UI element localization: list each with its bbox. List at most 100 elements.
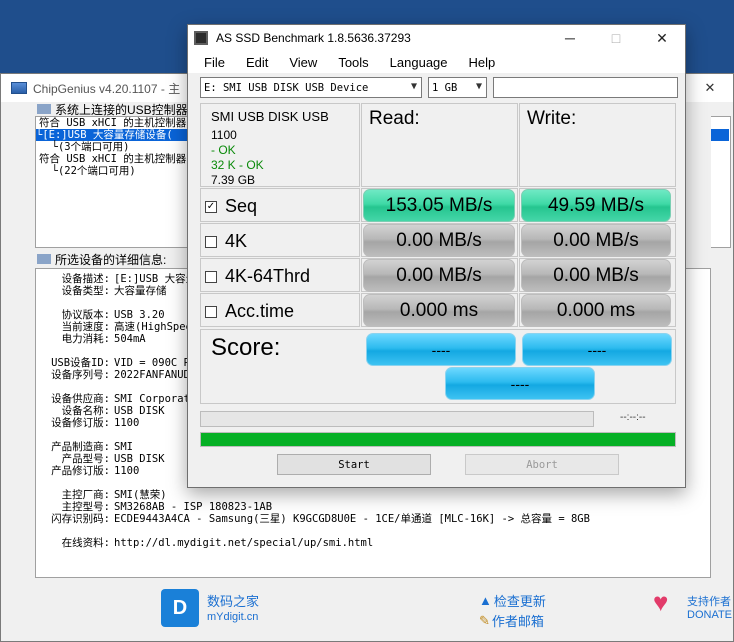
tree-item-selected[interactable]: └[E:]USB 大容量存储设备( [36,129,200,141]
4k-read-value: 0.00 MB/s [363,224,515,257]
score-read: ---- [366,333,516,366]
drive-name: SMI USB DISK USB [211,109,329,124]
detail-row: 当前速度: 高速(HighSpee [61,321,192,333]
score-total: ---- [445,367,595,400]
close-button[interactable]: ✕ [639,25,685,51]
score-label: Score: [211,334,281,361]
as-ssd-titlebar[interactable]: AS SSD Benchmark 1.8.5636.37293 ─ □ ✕ [188,25,685,51]
info-icon [37,254,51,264]
detail-row: 协议版本: USB 3.20 [61,309,165,321]
4k-64thrd-read-value: 0.00 MB/s [363,259,515,292]
update-icon: ▲ [479,593,492,608]
acc-time-read-value: 0.000 ms [363,294,515,327]
drive-info-panel: SMI USB DISK USB 1100 - OK 32 K - OK 7.3… [200,103,360,187]
abort-button[interactable]: Abort [465,454,619,475]
drive-capacity: 7.39 GB [211,173,256,187]
acc-time-write-value: 0.000 ms [521,294,671,327]
4k-64thrd-write-value: 0.00 MB/s [521,259,671,292]
detail-row: 设备修订版: 1100 [51,417,140,429]
write-header-cell: Write: [519,103,676,187]
detail-row: USB设备ID: VID = 090C PI [51,357,197,369]
tree-item[interactable]: 符合 USB xHCI 的主机控制器 [39,153,186,165]
4k-64thrd-checkbox[interactable] [205,270,217,283]
usb-icon [37,104,51,114]
menu-tools[interactable]: Tools [326,55,377,70]
support-author-link[interactable]: 支持作者 [687,593,731,609]
chipgenius-title: ChipGenius v4.20.1107 - 主 [33,81,181,96]
usb-tree-panel-right [711,116,731,248]
drive-firmware: 1100 [211,128,237,142]
menu-view[interactable]: View [277,55,326,70]
chipgenius-app-icon [11,82,27,94]
menu-bar: File Edit View Tools Language Help [188,51,685,73]
task-progress-bar [200,411,594,427]
minimize-button[interactable]: ─ [547,25,593,51]
as-ssd-app-icon [194,31,208,45]
brand-en[interactable]: mYdigit.cn [207,611,258,623]
donate-link[interactable]: DONATE [687,609,732,621]
detail-row: 主控型号: SM3268AB - ISP 180823-1AB [61,501,273,513]
pencil-icon: ✎ [479,612,490,628]
overall-progress-bar [200,432,676,447]
progress-time: --:--:-- [620,412,646,423]
menu-language[interactable]: Language [378,55,457,70]
maximize-button[interactable]: □ [593,25,639,51]
online-link[interactable]: http://dl.mydigit.net/special/up/smi.htm… [114,537,373,549]
menu-edit[interactable]: Edit [234,55,277,70]
status-textbox[interactable] [493,77,678,98]
email-author-link[interactable]: ✎ 作者邮箱 [479,611,544,630]
detail-row: 设备名称: USB DISK [61,405,165,417]
row-seq-label-cell: ✓ Seq [200,188,360,222]
read-header-cell: Read: [361,103,518,187]
close-button[interactable]: ✕ [687,74,733,102]
acc-time-label: Acc.time [225,301,295,321]
start-button[interactable]: Start [277,454,431,475]
seq-label: Seq [225,196,258,216]
write-header: Write: [527,108,577,129]
chipgenius-footer: D 数码之家 mYdigit.cn ▲ 检查更新 ✎ 作者邮箱 ♥ 支持作者 D… [1,579,733,641]
detail-row: 产品型号: USB DISK [61,453,165,465]
menu-file[interactable]: File [192,55,234,70]
detail-row: 设备供应商: SMI Corporati [51,393,197,405]
drive-select[interactable]: E: SMI USB DISK USB Device ▼ [200,77,422,98]
drive-alignment-ok: 32 K - OK [211,158,264,172]
menu-help[interactable]: Help [457,55,505,70]
usb-tree-panel[interactable]: 符合 USB xHCI 的主机控制器 └[E:]USB 大容量存储设备( └(3… [35,116,201,248]
detail-row: 产品制造商: SMI [51,441,133,453]
drive-status-ok: - OK [211,143,236,157]
detail-row: 主控厂商: SMI(慧荣) [61,489,167,501]
as-ssd-title: AS SSD Benchmark 1.8.5636.37293 [216,31,411,45]
mydigit-logo[interactable]: D [161,589,199,627]
4k-checkbox[interactable] [205,235,217,248]
seq-write-value: 49.59 MB/s [521,189,671,222]
size-select[interactable]: 1 GB ▼ [428,77,487,98]
4k-64thrd-label: 4K-64Thrd [225,266,311,286]
overall-progress-fill [201,433,675,446]
as-ssd-window: AS SSD Benchmark 1.8.5636.37293 ─ □ ✕ Fi… [187,24,686,488]
tree-selection-bar [711,129,729,141]
tree-item[interactable]: 符合 USB xHCI 的主机控制器 [39,117,186,129]
row-4k64-label-cell: 4K-64Thrd [200,258,360,292]
chevron-down-icon: ▼ [410,81,417,92]
check-update-link[interactable]: ▲ 检查更新 [479,591,546,610]
heart-icon: ♥ [653,587,669,617]
usb-tree-header: 系统上连接的USB控制器 [37,102,188,117]
brand-cn[interactable]: 数码之家 [207,591,259,610]
as-ssd-body: E: SMI USB DISK USB Device ▼ 1 GB ▼ SMI … [188,73,685,487]
as-ssd-window-controls: ─ □ ✕ [547,25,685,51]
detail-row: 电力消耗: 504mA [61,333,146,345]
row-acc-label-cell: Acc.time [200,293,360,327]
row-4k-label-cell: 4K [200,223,360,257]
seq-read-value: 153.05 MB/s [363,189,515,222]
chevron-down-icon: ▼ [475,81,482,92]
score-write: ---- [522,333,672,366]
detail-row: 设备序列号: 2022FANFANUDI [51,369,197,381]
tree-item[interactable]: └(3个端口可用) [39,141,130,153]
tree-item[interactable]: └(22个端口可用) [39,165,136,177]
4k-label: 4K [225,231,248,251]
acc-time-checkbox[interactable] [205,305,217,318]
detail-row: 产品修订版: 1100 [51,465,140,477]
detail-row: 设备类型: 大容量存储 [61,285,167,297]
detail-row: 在线资料: http://dl.mydigit.net/special/up/sm… [61,537,374,549]
seq-checkbox[interactable]: ✓ [205,200,217,213]
